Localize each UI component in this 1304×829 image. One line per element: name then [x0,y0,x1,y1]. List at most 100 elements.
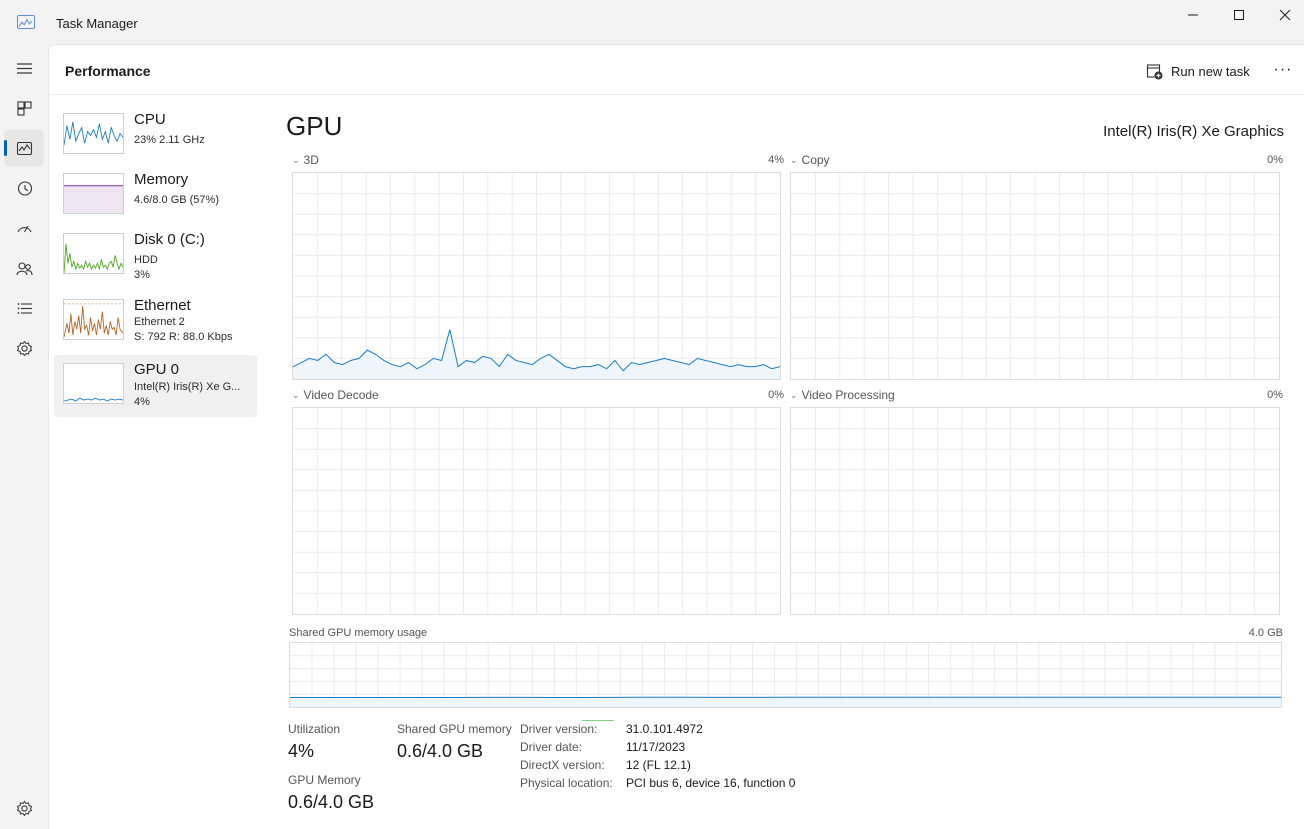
device-item-gpu[interactable]: GPU 0 Intel(R) Iris(R) Xe G... 4% [54,355,257,417]
startup-gauge-icon [16,225,32,232]
device-name: Disk 0 (C:) [134,231,205,248]
device-name: GPU 0 [134,361,180,378]
hamburger-icon [16,62,32,74]
gpu-thumbnail [63,363,124,404]
close-button[interactable] [1262,0,1304,30]
engine-3d-graph [292,172,781,380]
run-task-label: Run new task [1171,63,1250,79]
engine-copy-selector[interactable]: ⌄ Copy [790,153,830,167]
task-manager-app-icon [17,15,35,29]
nav-app-history[interactable] [4,170,44,206]
selected-indicator [4,140,7,156]
minimize-button[interactable] [1170,0,1216,30]
nav-processes[interactable] [4,90,44,126]
g3d-svg [293,173,780,379]
nav-settings[interactable] [4,790,44,826]
detail-key: DirectX version: [520,758,605,772]
gpu-heading: GPU [286,111,343,141]
engine-label: Video Decode [303,388,379,402]
disk-thumbnail [63,233,124,274]
detail-key: Physical location: [520,776,613,790]
device-name: CPU [134,111,166,128]
engine-pct: 0% [768,389,784,401]
gdec-svg [293,408,780,614]
device-detail: 4.6/8.0 GB (57%) [134,194,219,206]
shared-memory-graph [289,642,1282,708]
performance-icon [16,141,32,155]
gcopy-svg [791,173,1279,379]
engine-copy-graph [790,172,1280,380]
memory-thumbnail [63,173,124,214]
more-options-button[interactable]: ··· [1271,59,1295,81]
device-name: Ethernet [134,297,191,314]
close-icon [1279,9,1291,21]
shared-memory-legend-line [582,720,614,721]
main-panel: Performance Run new task ··· CPU 23% 2.1… [48,44,1304,829]
run-new-task-button[interactable]: Run new task [1146,61,1250,81]
chevron-down-icon: ⌄ [790,154,798,165]
hamburger-menu-button[interactable] [4,50,44,86]
chevron-down-icon: ⌄ [790,389,798,400]
engine-label: 3D [303,153,319,167]
engine-label: Copy [801,153,830,167]
engine-3d-selector[interactable]: ⌄ 3D [292,153,319,167]
device-detail: Ethernet 2 [134,316,185,328]
maximize-button[interactable] [1216,0,1262,30]
users-icon [15,261,33,275]
gproc-svg [791,408,1279,614]
device-item-cpu[interactable]: CPU 23% 2.11 GHz [54,105,257,167]
shared-gpu-memory-value: 0.6/4.0 GB [397,741,484,761]
nav-users[interactable] [4,250,44,286]
title-bar: Task Manager [0,0,1304,46]
engine-video-decode-graph [292,407,781,615]
engine-pct: 0% [1267,389,1283,401]
device-detail: 4% [134,396,150,408]
chevron-down-icon: ⌄ [292,389,300,400]
nav-startup-apps[interactable] [4,210,44,246]
gpu-memory-label: GPU Memory [288,773,361,787]
device-detail: 23% 2.11 GHz [134,134,205,146]
engine-video-processing-graph [790,407,1280,615]
details-list-icon [17,302,32,314]
nav-rail [0,46,48,829]
device-detail: HDD [134,254,158,266]
utilization-value: 4% [288,741,315,761]
device-list: CPU 23% 2.11 GHz Memory 4.6/8.0 GB (57%)… [49,95,261,829]
processes-icon [16,100,32,116]
detail-key: Driver date: [520,740,583,754]
nav-performance[interactable] [4,130,44,166]
run-task-icon [1146,63,1163,79]
shared-gpu-memory-label: Shared GPU memory [397,722,512,736]
engine-pct: 4% [768,154,784,166]
gpu-model-name: Intel(R) Iris(R) Xe Graphics [1103,123,1284,140]
ethernet-thumbnail [63,299,124,340]
history-icon [17,180,32,196]
nav-services[interactable] [4,330,44,366]
shared-memory-max: 4.0 GB [1248,627,1283,639]
engine-video-processing-selector[interactable]: ⌄ Video Processing [790,388,895,402]
device-detail: Intel(R) Iris(R) Xe G... [134,381,241,393]
device-item-disk[interactable]: Disk 0 (C:) HDD 3% [54,225,257,287]
device-detail: 3% [134,269,150,281]
device-item-memory[interactable]: Memory 4.6/8.0 GB (57%) [54,165,257,227]
device-name: Memory [134,171,189,188]
page-title: Performance [65,63,151,79]
gpu-memory-value: 0.6/4.0 GB [288,792,375,812]
engine-video-decode-selector[interactable]: ⌄ Video Decode [292,388,379,402]
maximize-icon [1234,10,1244,20]
device-item-ethernet[interactable]: Ethernet Ethernet 2 S: 792 R: 88.0 Kbps [54,291,257,353]
engine-label: Video Processing [801,388,895,402]
gshared-svg [290,643,1281,707]
chevron-down-icon: ⌄ [292,154,300,165]
detail-value: 12 (FL 12.1) [626,758,691,772]
device-detail: S: 792 R: 88.0 Kbps [134,331,233,343]
series-area [290,697,1281,707]
detail-key: Driver version: [520,722,598,736]
nav-details[interactable] [4,290,44,326]
utilization-label: Utilization [288,722,341,736]
detail-value: PCI bus 6, device 16, function 0 [626,776,796,790]
minimize-icon [1188,14,1198,16]
window-title: Task Manager [56,16,138,31]
detail-value: 31.0.101.4972 [626,722,703,736]
detail-value: 11/17/2023 [626,740,686,754]
